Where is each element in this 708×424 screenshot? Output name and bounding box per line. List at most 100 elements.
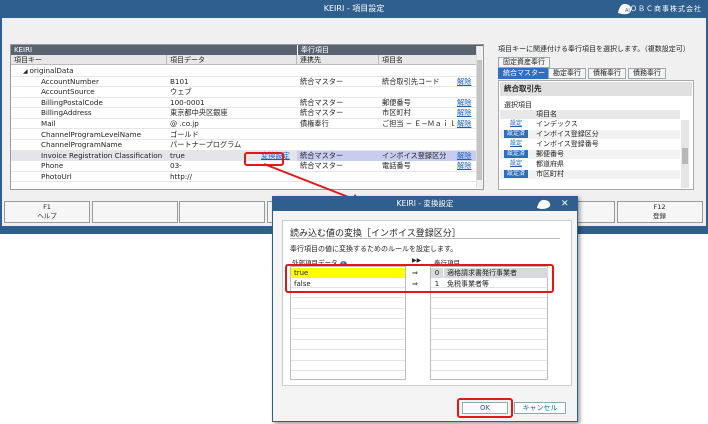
- list-gridline: [291, 349, 405, 351]
- row-key: ChannelProgramName: [41, 140, 123, 150]
- function-key-label: 登録: [653, 212, 666, 220]
- table-row[interactable]: ChannelProgramLevelName ゴールド: [11, 129, 483, 140]
- function-key-blank-1[interactable]: [91, 201, 178, 223]
- row-target: 統合マスター: [300, 108, 344, 118]
- list-gridline: [431, 370, 547, 371]
- row-key: AccountSource: [41, 87, 95, 97]
- configured-button[interactable]: 設定済: [504, 130, 528, 138]
- item-list-scroll-thumb[interactable]: [682, 148, 688, 164]
- col-header-data: 項目データ: [167, 55, 297, 65]
- function-key-code: F12: [653, 203, 666, 211]
- list-gridline: [431, 359, 547, 361]
- list-gridline: [431, 338, 547, 340]
- row-bugyo-name: [379, 140, 483, 151]
- list-gridline: [291, 328, 405, 330]
- list-gridline: [431, 349, 547, 351]
- row-target: [297, 140, 379, 151]
- tab-kanjo[interactable]: 勘定奉行: [548, 68, 586, 79]
- row-data: パートナープログラム: [170, 140, 242, 150]
- list-gridline: [291, 338, 405, 340]
- table-row[interactable]: AccountNumber B101 統合マスター 統合取引先コード 解除: [11, 76, 483, 88]
- dialog-title-bar: KEIRI - 変換設定 ✕: [273, 197, 577, 211]
- table-row[interactable]: PhotoUrl http://: [11, 171, 483, 183]
- list-item[interactable]: 設定 都道府県: [500, 160, 680, 169]
- rules-highlight: [285, 264, 554, 293]
- list-item[interactable]: 設定 インボイス登録番号: [500, 140, 680, 149]
- table-row[interactable]: BillingPostalCode 100-0001 統合マスター 郵便番号 解除: [11, 97, 483, 109]
- configure-button[interactable]: 設定: [504, 160, 528, 168]
- col-header-key: 項目キー: [11, 55, 167, 65]
- list-gridline: [291, 318, 405, 319]
- tab-saiken[interactable]: 債権奉行: [588, 68, 626, 79]
- function-key-blank-2[interactable]: [179, 201, 265, 223]
- unlink-link[interactable]: 解除: [457, 151, 471, 162]
- table-row[interactable]: Mail @ .co.jp 債権奉行 ご担当 − Ｅ−Ｍａｉｌ 解除: [11, 118, 483, 130]
- item-label: インボイス登録番号: [536, 140, 599, 148]
- main-window-title: KEIRI - 項目設定: [323, 4, 385, 13]
- tab-integrated-master[interactable]: 統合マスター: [498, 68, 550, 79]
- table-row[interactable]: ChannelProgramName パートナープログラム: [11, 140, 483, 151]
- configure-button[interactable]: 設定: [504, 140, 528, 148]
- row-bugyo-name: [379, 172, 483, 183]
- item-label: インボイス登録区分: [536, 130, 599, 138]
- row-bugyo-name: [379, 87, 483, 98]
- configured-button[interactable]: 設定済: [504, 150, 528, 158]
- row-key: Mail: [41, 118, 56, 128]
- dialog-close-icon[interactable]: ✕: [561, 197, 569, 211]
- row-key: Phone: [41, 161, 64, 171]
- table-row[interactable]: AccountSource ウェブ: [11, 87, 483, 98]
- row-data: 東京都中央区銀座: [170, 108, 228, 118]
- item-label: 郵便番号: [536, 150, 564, 158]
- row-target: 債権奉行: [300, 118, 329, 128]
- grid-scroll-thumb[interactable]: [477, 60, 482, 180]
- table-row[interactable]: BillingAddress 東京都中央区銀座 統合マスター 市区町村 解除: [11, 108, 483, 119]
- row-data: @ .co.jp: [170, 118, 199, 128]
- row-key: BillingPostalCode: [41, 97, 103, 107]
- row-key: PhotoUrl: [41, 171, 72, 181]
- cancel-button[interactable]: キャンセル: [514, 402, 566, 414]
- dialog-logo-icon: [537, 199, 551, 209]
- function-key-f1[interactable]: F1 ヘルプ: [4, 201, 90, 223]
- col-header-arrow: ▶▶: [412, 257, 422, 264]
- function-key-label: ヘルプ: [37, 212, 57, 220]
- function-key-f12[interactable]: F12 登録: [616, 201, 703, 223]
- dialog-divider: [290, 238, 560, 239]
- row-data: 100-0001: [170, 97, 205, 107]
- col-header-item-name: 項目名: [500, 110, 680, 119]
- configure-button[interactable]: 設定: [504, 120, 528, 128]
- unlink-link[interactable]: 解除: [457, 108, 471, 119]
- company-name: ＯＢＣ商事株式会社: [630, 5, 702, 13]
- row-data: ウェブ: [170, 87, 192, 97]
- tree-root-row[interactable]: ◢ originalData: [11, 66, 483, 77]
- list-item[interactable]: 設定済 インボイス登録区分: [500, 130, 680, 139]
- main-title-bar: KEIRI - 項目設定 AI ＯＢＣ商事株式会社: [0, 0, 708, 18]
- unlink-link[interactable]: 解除: [457, 161, 471, 172]
- unlink-link[interactable]: 解除: [457, 77, 471, 88]
- tab-fixed-assets[interactable]: 固定資産奉行: [498, 57, 550, 68]
- list-gridline: [291, 307, 405, 309]
- row-data: ゴールド: [170, 129, 199, 139]
- list-gridline: [431, 318, 547, 319]
- tab-saimu[interactable]: 債務奉行: [628, 68, 666, 79]
- right-panel-description: 項目キーに関連付ける奉行項目を選択します。（複数設定可）: [498, 45, 690, 53]
- unlink-link[interactable]: 解除: [457, 119, 471, 130]
- list-gridline: [431, 328, 547, 330]
- list-gridline: [431, 297, 547, 299]
- grid-group-bugyo: 奉行項目: [297, 45, 483, 55]
- list-item[interactable]: 設定 インデックス: [500, 120, 680, 129]
- row-target: 統合マスター: [300, 76, 344, 86]
- tree-root-label: originalData: [29, 66, 74, 75]
- row-key: ChannelProgramLevelName: [41, 129, 142, 139]
- ok-highlight: [457, 398, 513, 418]
- configured-button[interactable]: 設定済: [504, 170, 528, 178]
- list-item[interactable]: 設定済 郵便番号: [500, 150, 680, 159]
- col-header-name: 項目名: [379, 55, 483, 65]
- mapping-grid: KEIRI 奉行項目 項目キー 項目データ 連携先 項目名 ◢ original…: [10, 44, 484, 190]
- row-key: AccountNumber: [41, 76, 99, 86]
- col-header-target: 連携先: [297, 55, 379, 65]
- item-label: 市区町村: [536, 170, 564, 178]
- row-key: Invoice Registration Classification: [41, 150, 163, 160]
- list-item[interactable]: 設定済 市区町村: [500, 170, 680, 179]
- list-gridline: [291, 370, 405, 371]
- unlink-link[interactable]: 解除: [457, 98, 471, 109]
